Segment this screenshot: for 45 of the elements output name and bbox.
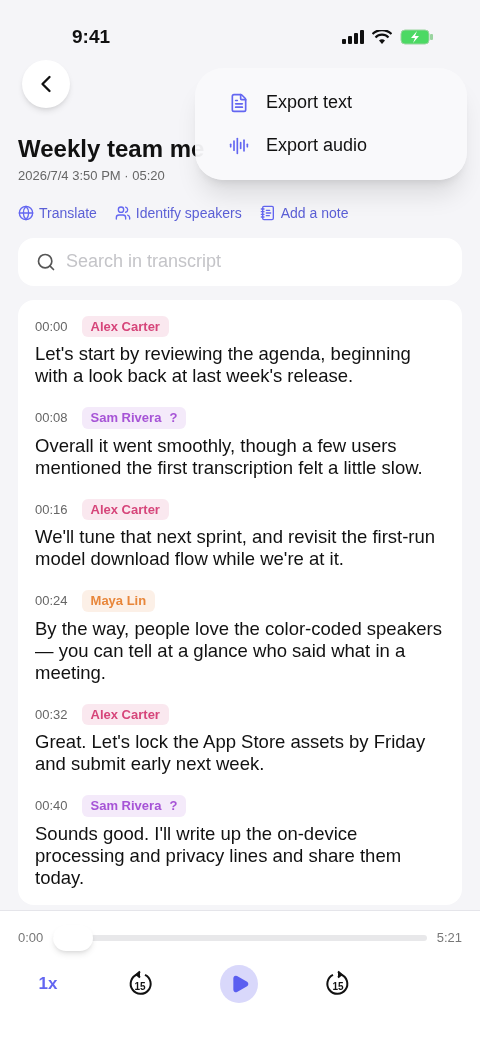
transcript-text: By the way, people love the color-coded speakers — you can tell at a glance who said what in a meeting. [35, 617, 443, 684]
waveform-icon [229, 135, 249, 156]
elapsed-time: 0:00 [18, 929, 44, 948]
transcript-text: We'll tune that next sprint, and revisit the first-run model download flow while we're at it. [35, 526, 437, 570]
recording-title: Weekly team me [18, 134, 205, 164]
action-link[interactable]: Translate [18, 202, 97, 224]
globe-icon [18, 205, 34, 221]
total-time: 5:21 [436, 929, 462, 948]
timestamp: 00:00 [35, 317, 68, 336]
speed-button[interactable]: 1x [36, 971, 60, 997]
back-button[interactable] [22, 60, 70, 108]
people-icon [114, 205, 131, 221]
play-button[interactable] [220, 965, 258, 1003]
note-icon [259, 205, 276, 221]
timestamp: 00:16 [35, 500, 68, 519]
search-icon [36, 251, 56, 272]
document-icon [229, 92, 249, 113]
transcript-text: Great. Let's lock the App Store assets by Friday and submit early next week. [35, 731, 427, 775]
status-time: 9:41 [72, 24, 111, 49]
battery-charging-icon [400, 29, 434, 45]
transcript-text: Overall it went smoothly, though a few users mentioned the first transcription felt a little slow. [35, 434, 424, 479]
action-link[interactable]: Add a note [259, 202, 349, 224]
timestamp: 00:08 [35, 409, 68, 427]
speaker-tag[interactable]: Sam Rivera ? [81, 407, 187, 429]
transcript-text: Sounds good. I'll write up the on-device processing and privacy lines and share them today. [35, 822, 403, 889]
action-link[interactable]: Identify speakers [114, 202, 242, 224]
play-icon [230, 974, 250, 994]
search-field[interactable]: Search in transcript [18, 237, 462, 286]
signal-icon [342, 30, 364, 44]
speaker-tag[interactable]: Alex Carter [81, 703, 169, 725]
skip-forward-button[interactable]: 15 [324, 970, 352, 998]
menu-item[interactable]: Export audio [229, 132, 433, 159]
timestamp: 00:32 [35, 705, 68, 724]
skip-back-button[interactable]: 15 [126, 970, 154, 998]
timestamp: 00:40 [35, 797, 68, 815]
menu-item[interactable]: Export text [229, 89, 433, 116]
speaker-tag[interactable]: Alex Carter [81, 498, 169, 520]
wifi-icon [372, 30, 392, 44]
progress-thumb[interactable] [53, 925, 94, 951]
speaker-tag[interactable]: Sam Rivera ? [81, 795, 187, 817]
recording-meta: 2026/7/4 3:50 PM · 05:20 [18, 167, 166, 185]
transcript-text: Let's start by reviewing the agenda, beginning with a look back at last week's release. [35, 343, 412, 387]
speaker-tag[interactable]: Alex Carter [81, 315, 169, 337]
timestamp: 00:24 [35, 592, 68, 610]
progress-slider[interactable] [53, 925, 427, 951]
